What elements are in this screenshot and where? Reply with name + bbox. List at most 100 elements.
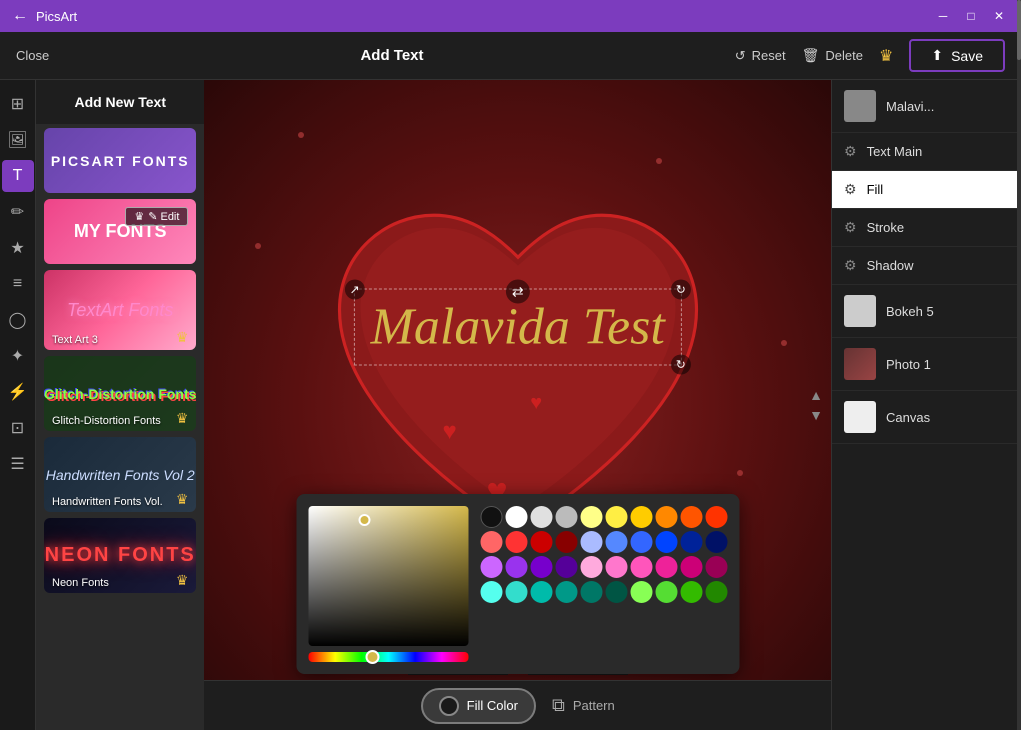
swatch-yellow[interactable]: [605, 506, 627, 528]
swatch-orange[interactable]: [655, 506, 677, 528]
swatch-purple[interactable]: [505, 556, 527, 578]
swatch-mgreen[interactable]: [680, 581, 702, 603]
swatch-dred[interactable]: [530, 531, 552, 553]
font-item-glitch[interactable]: Glitch-Distortion Fonts Glitch-Distortio…: [44, 356, 196, 431]
swatch-green[interactable]: [655, 581, 677, 603]
font-item-textart[interactable]: TextArt Fonts Text Art 3 ♛: [44, 270, 196, 350]
swatch-dgreen[interactable]: [705, 581, 727, 603]
swatch-lgray[interactable]: [530, 506, 552, 528]
small-heart-1: ♥: [443, 418, 457, 446]
delete-button[interactable]: 🗑 Delete: [802, 47, 863, 64]
maximize-btn[interactable]: □: [961, 6, 981, 26]
swatch-magenta[interactable]: [680, 556, 702, 578]
swatch-lpink[interactable]: [580, 556, 602, 578]
swatch-mblue[interactable]: [630, 531, 652, 553]
swatch-dpurple[interactable]: [530, 556, 552, 578]
font-handwritten-label: Handwritten Fonts Vol.: [52, 496, 163, 508]
text-overlay[interactable]: ⇄ ↗ ↻ ↻ Malavida Test: [354, 289, 682, 366]
rp-label-textmain: Text Main: [867, 144, 1009, 159]
reset-button[interactable]: ↺ Reset: [735, 48, 786, 64]
swatch-dmagenta[interactable]: [705, 556, 727, 578]
app-name: PicsArt: [36, 9, 77, 24]
swatch-lblue[interactable]: [580, 531, 602, 553]
font-edit-btn[interactable]: ♛ ✎ Edit: [125, 207, 188, 226]
swatch-lyellow[interactable]: [580, 506, 602, 528]
swatch-dteal[interactable]: [555, 581, 577, 603]
font-handwritten-main: Handwritten Fonts Vol 2: [46, 467, 195, 483]
rp-label-fill: Fill: [867, 182, 1009, 197]
swatch-dpink[interactable]: [655, 556, 677, 578]
font-item-neon[interactable]: NEON FONTS Neon Fonts ♛: [44, 518, 196, 593]
rp-label-malavi: Malavi...: [886, 99, 1009, 114]
font-item-myfonts[interactable]: MY FONTS ♛ ✎ Edit: [44, 199, 196, 264]
spectrum-cursor[interactable]: [366, 650, 380, 664]
swatch-dorange[interactable]: [680, 506, 702, 528]
sidebar-icon-grid[interactable]: ⊞: [2, 88, 34, 120]
main-layout: ⊞ 🖼 T ✏ ★ ≡ ◯ ✦ ⚡ ⊡ ☰ Add New Text PICSA…: [0, 80, 1021, 730]
swatch-lgreen[interactable]: [630, 581, 652, 603]
swatch-aqua[interactable]: [505, 581, 527, 603]
swatch-mpink[interactable]: [630, 556, 652, 578]
sidebar-icon-layers[interactable]: ⊡: [2, 412, 34, 444]
close-btn[interactable]: ✕: [989, 6, 1009, 26]
rotate-handle-tl[interactable]: ↗: [345, 280, 365, 300]
back-icon[interactable]: ←: [12, 7, 28, 25]
swatch-lred[interactable]: [480, 531, 502, 553]
sidebar-icon-circle[interactable]: ◯: [2, 304, 34, 336]
font-handwritten-crown: ♛: [176, 491, 189, 508]
swatch-blue[interactable]: [605, 531, 627, 553]
swatch-laqua[interactable]: [480, 581, 502, 603]
right-panel-item-fill[interactable]: ⚙ Fill: [832, 171, 1021, 209]
close-label[interactable]: Close: [16, 48, 49, 63]
rp-thumbnail-photo: [844, 348, 876, 380]
right-panel-item-malavi[interactable]: Malavi...: [832, 80, 1021, 133]
font-glitch-label: Glitch-Distortion Fonts: [52, 415, 161, 427]
swatch-darknavy[interactable]: [705, 531, 727, 553]
gradient-cursor[interactable]: [358, 514, 370, 526]
swatch-darkred[interactable]: [555, 531, 577, 553]
right-panel-item-shadow[interactable]: ⚙ Shadow: [832, 247, 1021, 285]
swatch-navy[interactable]: [680, 531, 702, 553]
font-item-picsart[interactable]: PICSART FONTS: [44, 128, 196, 193]
gear-icon-fill: ⚙: [844, 181, 857, 198]
font-picsart-label: PICSART FONTS: [51, 153, 190, 169]
sidebar-icon-brush[interactable]: ✏: [2, 196, 34, 228]
swatch-red[interactable]: [505, 531, 527, 553]
swatch-white[interactable]: [505, 506, 527, 528]
font-neon-main: NEON FONTS: [45, 544, 196, 567]
sidebar-icons: ⊞ 🖼 T ✏ ★ ≡ ◯ ✦ ⚡ ⊡ ☰: [0, 80, 36, 730]
right-panel-item-stroke[interactable]: ⚙ Stroke: [832, 209, 1021, 247]
sidebar-icon-filter[interactable]: ≡: [2, 268, 34, 300]
right-panel-item-photo[interactable]: Photo 1: [832, 338, 1021, 391]
swatch-pink[interactable]: [605, 556, 627, 578]
swatch-darkaqua[interactable]: [580, 581, 602, 603]
swatch-teal[interactable]: [530, 581, 552, 603]
color-swatches: [480, 506, 727, 603]
sidebar-icon-more[interactable]: ☰: [2, 448, 34, 480]
swatch-gray[interactable]: [555, 506, 577, 528]
sidebar-icon-sparkle[interactable]: ✦: [2, 340, 34, 372]
swatch-red-orange[interactable]: [705, 506, 727, 528]
right-panel-item-canvas[interactable]: Canvas: [832, 391, 1021, 444]
sidebar-icon-text[interactable]: T: [2, 160, 34, 192]
swatch-lpurple[interactable]: [480, 556, 502, 578]
right-panel-item-bokeh[interactable]: Bokeh 5: [832, 285, 1021, 338]
fill-color-button[interactable]: Fill Color: [421, 688, 536, 724]
swatch-dblue[interactable]: [655, 531, 677, 553]
font-item-handwritten[interactable]: Handwritten Fonts Vol 2 Handwritten Font…: [44, 437, 196, 512]
swatch-lorange[interactable]: [630, 506, 652, 528]
sidebar-icon-wand[interactable]: ⚡: [2, 376, 34, 408]
color-gradient-box[interactable]: [308, 506, 468, 646]
sidebar-icon-star[interactable]: ★: [2, 232, 34, 264]
swatch-black[interactable]: [480, 506, 502, 528]
sidebar-icon-image[interactable]: 🖼: [2, 124, 34, 156]
color-spectrum[interactable]: [308, 652, 468, 662]
pattern-button[interactable]: ⧉ Pattern: [552, 695, 615, 716]
swatch-darkestaqua[interactable]: [605, 581, 627, 603]
color-picker-popup: [296, 494, 739, 674]
swatch-darkpurple[interactable]: [555, 556, 577, 578]
save-button[interactable]: ⬆ Save: [909, 39, 1005, 72]
minimize-btn[interactable]: ─: [933, 6, 953, 26]
duplicate-handle[interactable]: ⇄: [506, 280, 530, 304]
right-panel-item-textmain[interactable]: ⚙ Text Main: [832, 133, 1021, 171]
